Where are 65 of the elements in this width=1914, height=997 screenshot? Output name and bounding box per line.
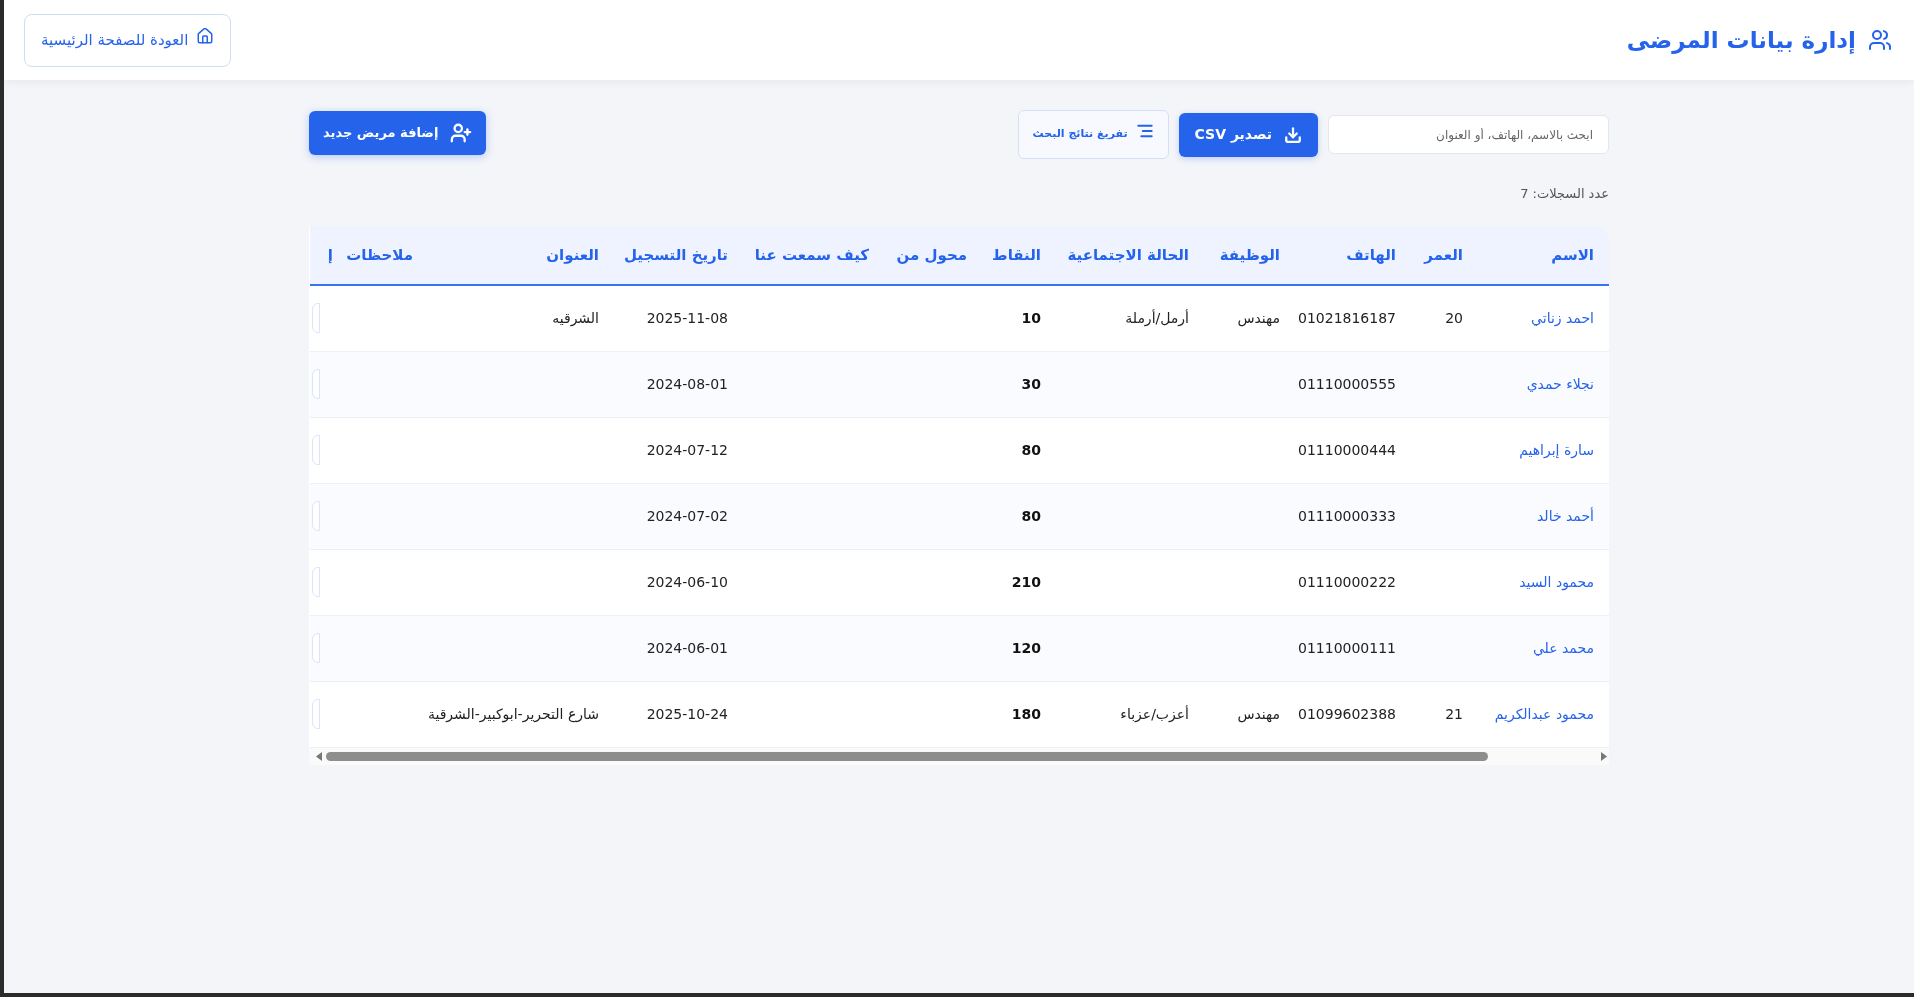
table-cell: مهندس <box>1237 706 1280 722</box>
patient-name-link[interactable]: أحمد خالد <box>1537 508 1594 524</box>
action-button[interactable] <box>312 501 320 531</box>
column-header[interactable]: محول من <box>896 246 967 264</box>
patient-name-link[interactable]: نجلاء حمدي <box>1526 376 1594 392</box>
table-cell: 20 <box>1445 310 1463 327</box>
table-cell: 30 <box>1021 376 1041 392</box>
column-header[interactable]: الوظيفة <box>1219 246 1280 264</box>
table-cell: 2025-10-24 <box>646 706 728 722</box>
action-button[interactable] <box>312 369 320 399</box>
table-cell: 01110000222 <box>1298 574 1396 590</box>
table-cell: 180 <box>1011 706 1041 722</box>
table-cell: 2024-07-12 <box>646 442 728 458</box>
column-header[interactable]: الحالة الاجتماعية <box>1067 246 1189 264</box>
table-cell: 2024-06-01 <box>646 640 728 656</box>
table-cell: أرمل/أرملة <box>1125 310 1189 327</box>
table-cell: 01021816187 <box>1298 310 1396 327</box>
action-button[interactable] <box>312 303 320 334</box>
column-header[interactable]: العمر <box>1424 246 1463 264</box>
column-header[interactable]: إ <box>327 246 333 264</box>
record-count: عدد السجلات: 7 <box>1520 186 1609 201</box>
table-cell: 01110000333 <box>1298 508 1396 524</box>
table-cell: 210 <box>1011 574 1041 590</box>
patient-name-link[interactable]: محمود عبدالكريم <box>1494 706 1594 722</box>
table-cell: 01110000555 <box>1298 376 1396 392</box>
column-header[interactable]: العنوان <box>546 246 599 264</box>
table-cell: مهندس <box>1237 310 1280 327</box>
users-icon <box>1868 28 1892 52</box>
column-header[interactable]: الهاتف <box>1346 246 1396 264</box>
home-icon <box>196 27 215 45</box>
action-button[interactable] <box>312 567 320 597</box>
download-icon <box>1284 125 1302 144</box>
table-cell: 80 <box>1021 442 1041 458</box>
add-patient-button[interactable]: إضافة مريض جديد <box>309 111 487 155</box>
column-header[interactable]: تاريخ التسجيل <box>623 246 728 264</box>
column-header[interactable]: ملاحظات <box>346 246 413 264</box>
table-cell: 01099602388 <box>1298 706 1396 722</box>
table-cell: أعزب/عزباء <box>1120 706 1189 722</box>
table-cell: 2024-08-01 <box>646 376 728 392</box>
action-button[interactable] <box>312 633 320 663</box>
clear-results-button[interactable]: تفريغ نتائج البحث <box>1017 110 1169 159</box>
table-cell: 2025-11-08 <box>646 310 728 327</box>
patient-name-link[interactable]: احمد زناتي <box>1531 310 1594 327</box>
table-cell: شارع التحرير-ابوكبير-الشرقية <box>427 706 599 722</box>
export-csv-button[interactable]: تصدير CSV <box>1178 112 1318 157</box>
column-header[interactable]: النقاط <box>992 246 1041 264</box>
add-user-icon <box>450 122 473 144</box>
patient-name-link[interactable]: محمد علي <box>1532 640 1594 656</box>
table-cell: 21 <box>1445 706 1463 722</box>
table-cell: 10 <box>1021 310 1041 327</box>
table-cell: 120 <box>1011 640 1041 656</box>
back-home-button[interactable]: العودة للصفحة الرئيسية <box>24 13 232 67</box>
table-cell: 2024-07-02 <box>646 508 728 524</box>
table-cell: 2024-06-10 <box>646 574 728 590</box>
table-cell: 80 <box>1021 508 1041 524</box>
patient-name-link[interactable]: محمود السيد <box>1519 574 1594 590</box>
table-cell: الشرقيه <box>552 310 599 327</box>
table-cell: 01110000444 <box>1298 442 1396 458</box>
action-button[interactable] <box>312 435 320 465</box>
page-title: إدارة بيانات المرضى <box>1626 25 1856 56</box>
table-cell: 01110000111 <box>1298 640 1396 656</box>
column-header[interactable]: الاسم <box>1551 246 1594 264</box>
column-header[interactable]: كيف سمعت عنا <box>754 246 869 264</box>
action-button[interactable] <box>312 699 320 729</box>
patient-name-link[interactable]: سارة إبراهيم <box>1519 442 1594 458</box>
